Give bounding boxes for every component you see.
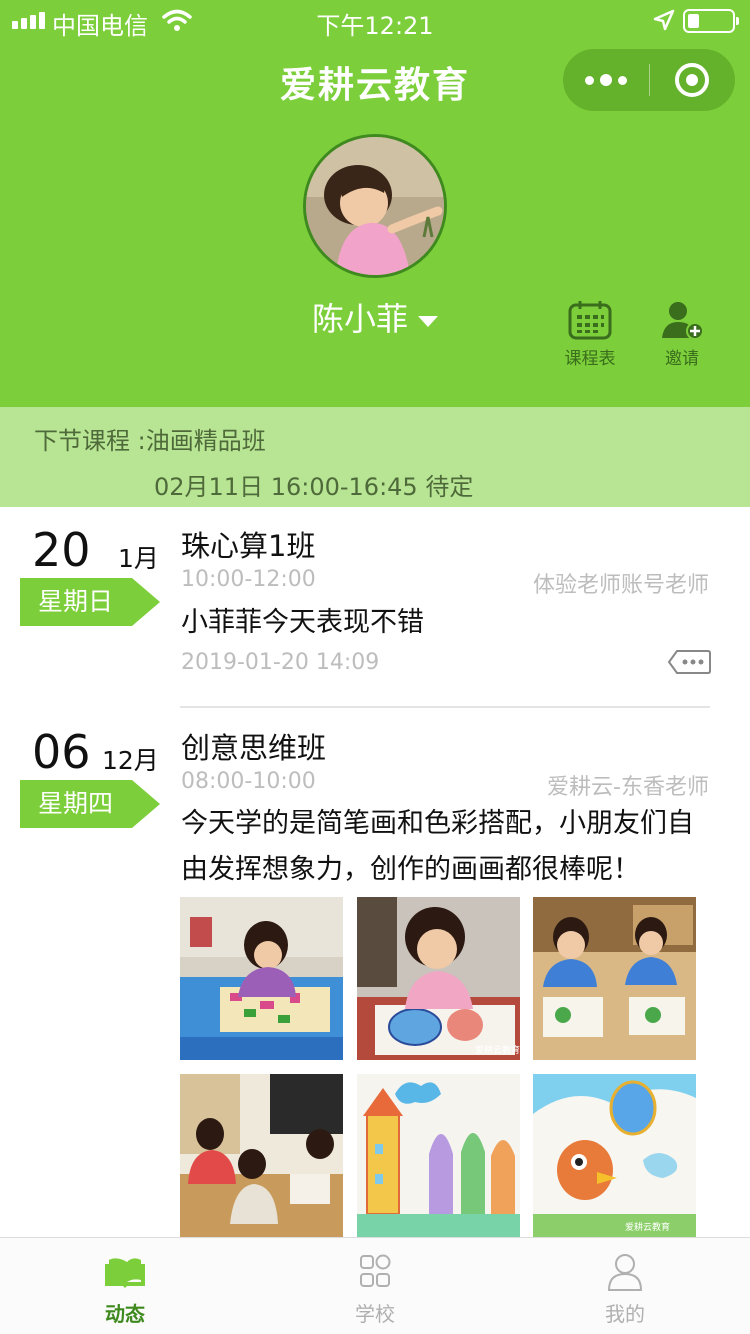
profile-header: 中国电信 下午12:21 爱耕云教育 陈小菲 课程表 邀请 <box>0 0 750 407</box>
entry-photo[interactable]: 爱耕云教育 <box>357 897 520 1060</box>
comment-more-icon[interactable] <box>667 649 711 675</box>
photo-watermark: 爱耕云教育 <box>475 1044 520 1056</box>
close-mini-program-icon[interactable] <box>675 63 709 97</box>
photo-watermark: 爱耕云教育 <box>625 1221 670 1233</box>
entry-teacher: 爱耕云-东香老师 <box>547 775 709 800</box>
next-course-bar[interactable]: 下节课程 :油画精品班 02月11日 16:00-16:45 待定 <box>0 407 750 507</box>
more-menu-button[interactable] <box>563 49 649 111</box>
mini-program-capsule <box>563 49 735 111</box>
feed-entry[interactable]: 06 12月 星期四 创意思维班 08:00-10:00 爱耕云-东香老师 今天… <box>0 709 750 1237</box>
tab-school-label: 学校 <box>355 1302 395 1326</box>
entry-course-name: 创意思维班 <box>181 731 327 765</box>
entry-teacher: 体验老师账号老师 <box>532 573 709 598</box>
grid-apps-icon <box>360 1254 391 1287</box>
student-avatar[interactable] <box>303 134 447 278</box>
student-name: 陈小菲 <box>311 300 408 338</box>
entry-posted-time: 2019-01-20 14:09 <box>181 650 380 675</box>
entry-comment: 今天学的是简笔画和色彩搭配，小朋友们自由发挥想象力，创作的画画都很棒呢！ <box>181 808 694 885</box>
entry-day: 20 <box>32 523 91 577</box>
tab-feed[interactable]: 动态 <box>0 1238 250 1334</box>
tab-mine[interactable]: 我的 <box>500 1238 750 1334</box>
entry-photo[interactable] <box>357 1074 520 1237</box>
invite-user-icon <box>662 302 704 340</box>
entry-weekday-tag: 星期四 <box>20 780 160 828</box>
entry-month: 1月 <box>118 544 159 573</box>
calendar-icon <box>568 301 612 340</box>
status-time: 下午12:21 <box>316 12 434 40</box>
entry-day: 06 <box>32 725 91 779</box>
entry-class-time: 10:00-12:00 <box>181 567 316 592</box>
invite-label: 邀请 <box>665 349 699 369</box>
entry-photo[interactable] <box>180 1074 343 1237</box>
student-switcher[interactable]: 陈小菲 <box>0 294 750 340</box>
invite-button[interactable]: 邀请 <box>656 300 708 369</box>
entry-photo[interactable]: 爱耕云教育 <box>533 1074 696 1237</box>
status-bar: 中国电信 下午12:21 <box>0 0 750 40</box>
tab-feed-label: 动态 <box>105 1302 145 1326</box>
location-arrow-icon <box>653 9 675 31</box>
next-course-title: 下节课程 :油画精品班 <box>34 427 266 455</box>
schedule-label: 课程表 <box>564 349 616 369</box>
tab-mine-label: 我的 <box>605 1302 645 1326</box>
entry-photo[interactable] <box>533 897 696 1060</box>
entry-weekday-tag: 星期日 <box>20 578 160 626</box>
user-profile-icon <box>607 1254 643 1291</box>
bottom-tab-bar: 动态 学校 我的 <box>0 1237 750 1334</box>
entry-photo[interactable] <box>180 897 343 1060</box>
entry-divider <box>180 706 710 708</box>
entry-class-time: 08:00-10:00 <box>181 769 316 794</box>
next-course-time: 02月11日 16:00-16:45 待定 <box>154 473 474 501</box>
entry-month: 12月 <box>102 746 159 775</box>
open-book-icon <box>105 1258 145 1288</box>
entry-comment: 小菲菲今天表现不错 <box>181 607 424 638</box>
tab-school[interactable]: 学校 <box>250 1238 500 1334</box>
entry-course-name: 珠心算1班 <box>181 529 316 563</box>
feed-entry[interactable]: 20 1月 星期日 珠心算1班 10:00-12:00 体验老师账号老师 小菲菲… <box>0 507 750 708</box>
schedule-button[interactable]: 课程表 <box>558 300 622 369</box>
caret-down-icon <box>418 315 438 327</box>
battery-icon <box>683 9 739 33</box>
